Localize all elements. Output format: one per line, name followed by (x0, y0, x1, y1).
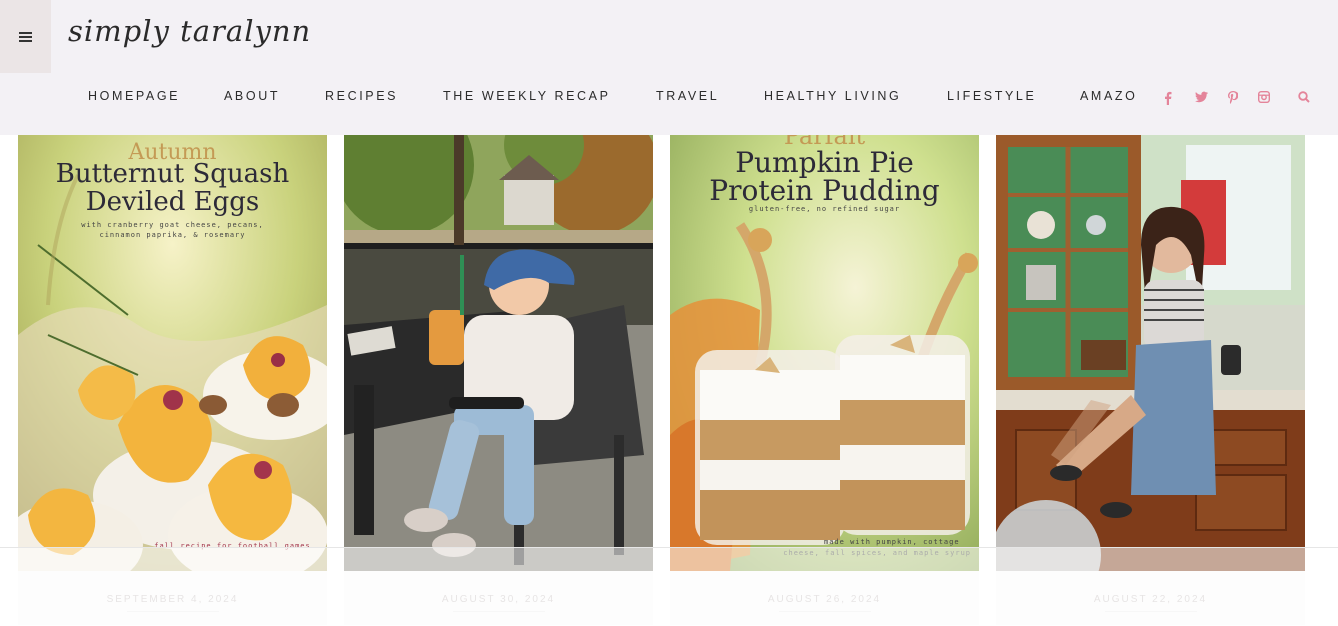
post-card[interactable]: AUGUST 22, 2024 (996, 135, 1305, 625)
post-date: AUGUST 26, 2024 (767, 594, 882, 605)
pinterest-icon[interactable] (1228, 91, 1239, 105)
nav-item-healthy-living[interactable]: HEALTHY LIVING (764, 89, 901, 103)
divider (779, 611, 871, 612)
image-footer: cheese, fall spices, and maple syrup (783, 549, 971, 557)
nav-overflow-clip: AMAZO (1080, 89, 1142, 107)
image-footer: fall recipe for football games (154, 542, 311, 550)
post-image-toddler-cafe[interactable] (344, 135, 653, 571)
image-title-line: Deviled Eggs (85, 187, 260, 217)
search-icon[interactable] (1298, 91, 1311, 105)
image-subtitle: gluten-free, no refined sugar (748, 205, 901, 213)
image-subtitle: with cranberry goat cheese, pecans, (81, 221, 264, 229)
nav-item-amazon[interactable]: AMAZO (1080, 89, 1137, 103)
image-title-line: Pumpkin Pie (735, 146, 914, 179)
post-card[interactable]: AUGUST 30, 2024 (344, 135, 653, 625)
post-image-pumpkin-pudding[interactable]: Parfait Pumpkin Pie Protein Pudding glut… (670, 135, 979, 571)
nav-item-weekly-recap[interactable]: THE WEEKLY RECAP (443, 89, 611, 103)
hamburger-icon (19, 32, 32, 42)
twitter-icon[interactable] (1195, 91, 1209, 105)
nav-item-travel[interactable]: TRAVEL (656, 89, 719, 103)
nav-item-about[interactable]: ABOUT (224, 89, 280, 103)
divider (453, 611, 545, 612)
post-image-kitchen-portrait[interactable] (996, 135, 1305, 571)
post-grid: Autumn Butternut Squash Deviled Eggs wit… (0, 135, 1338, 625)
divider (1105, 611, 1197, 612)
divider (127, 611, 219, 612)
hamburger-menu-button[interactable] (0, 0, 51, 73)
post-card[interactable]: Autumn Butternut Squash Deviled Eggs wit… (18, 135, 327, 625)
image-title-line: Butternut Squash (55, 159, 290, 189)
post-card[interactable]: Parfait Pumpkin Pie Protein Pudding glut… (670, 135, 979, 625)
nav-item-lifestyle[interactable]: LIFESTYLE (947, 89, 1036, 103)
nav-item-homepage[interactable]: HOMEPAGE (88, 89, 180, 103)
post-date: AUGUST 30, 2024 (441, 594, 556, 605)
nav-item-recipes[interactable]: RECIPES (325, 89, 398, 103)
image-title-line: Protein Pudding (709, 174, 940, 207)
main-nav: HOMEPAGE ABOUT RECIPES THE WEEKLY RECAP … (0, 89, 1150, 107)
site-header: simply taralynn HOMEPAGE ABOUT RECIPES T… (0, 0, 1338, 135)
post-date: SEPTEMBER 4, 2024 (106, 594, 239, 605)
site-logo[interactable]: simply taralynn (68, 14, 311, 48)
image-subtitle: cinnamon paprika, & rosemary (99, 231, 246, 239)
instagram-icon[interactable] (1258, 91, 1271, 105)
facebook-icon[interactable] (1163, 91, 1173, 105)
post-date: AUGUST 22, 2024 (1093, 594, 1208, 605)
image-footer: made with pumpkin, cottage (824, 538, 960, 546)
post-image-deviled-eggs[interactable]: Autumn Butternut Squash Deviled Eggs wit… (18, 135, 327, 571)
